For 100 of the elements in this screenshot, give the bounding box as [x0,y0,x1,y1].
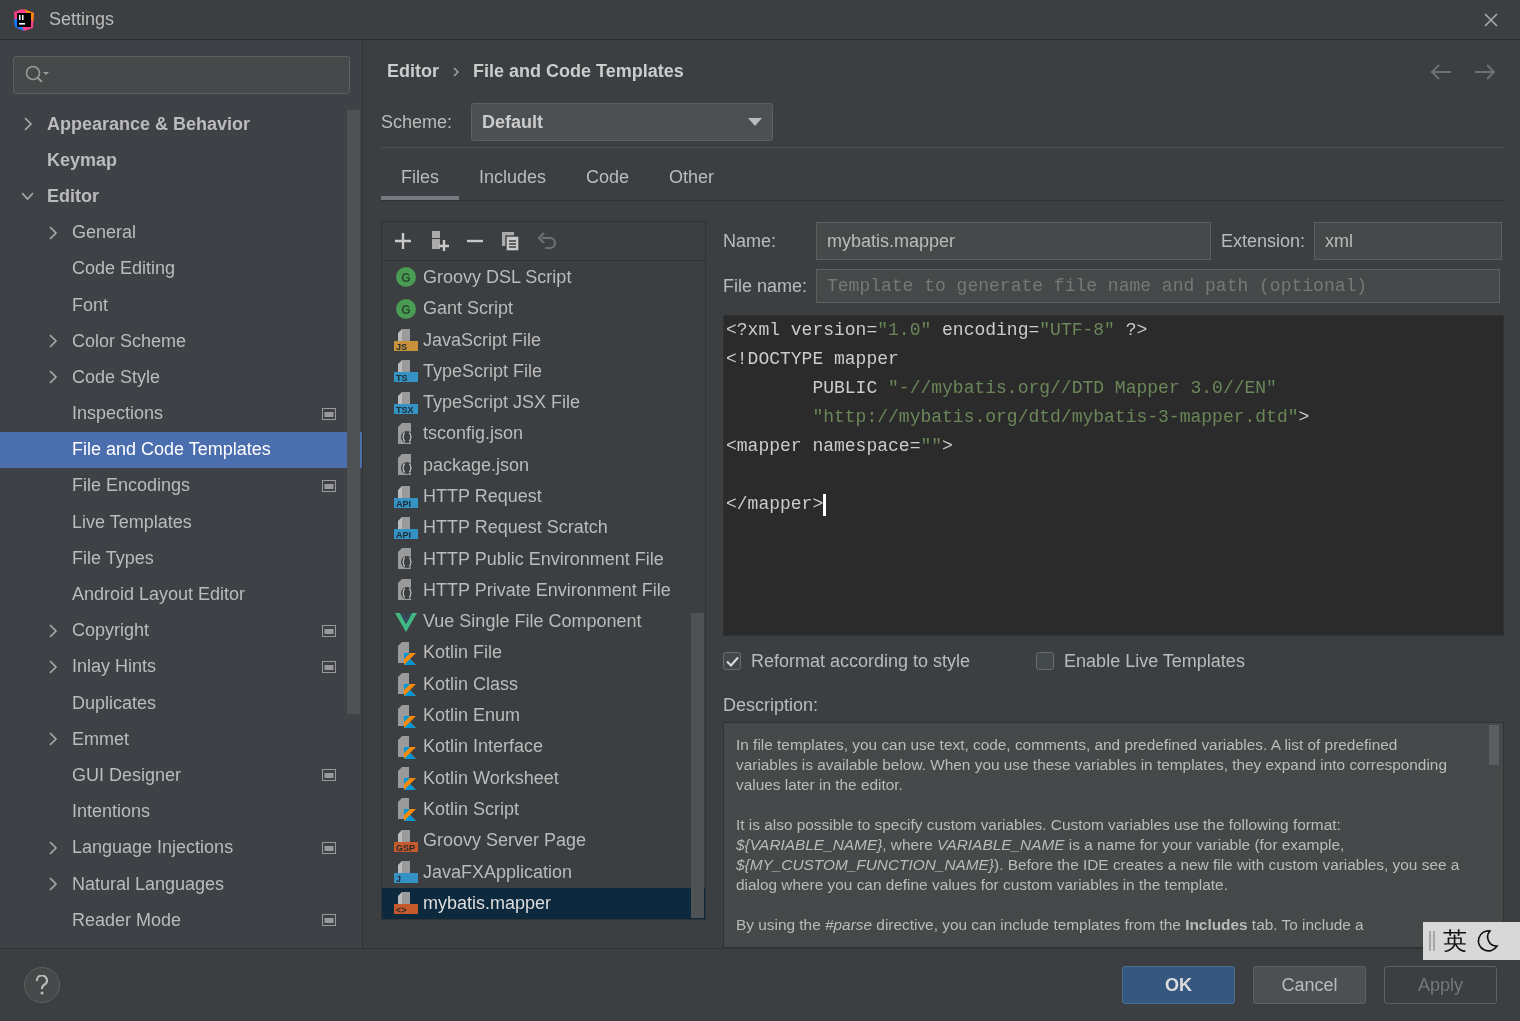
template-name: package.json [423,454,530,476]
sidebar-item[interactable]: Emmet [0,721,362,758]
template-item[interactable]: GSP Groovy Server Page [382,825,705,857]
template-item[interactable]: Kotlin Script [382,793,705,826]
template-item[interactable]: Kotlin Worksheet [382,762,705,794]
sidebar-item[interactable]: Code Editing [0,250,362,287]
help-button[interactable] [24,967,60,1003]
template-item[interactable]: G Groovy DSL Script [382,261,705,294]
template-name: TypeScript JSX File [423,392,581,414]
sidebar-item-label: Appearance & Behavior [47,113,251,135]
ok-button[interactable]: OK [1122,966,1235,1004]
sidebar-item[interactable]: Live Templates [0,504,362,541]
chevron-icon[interactable] [47,732,58,747]
template-item[interactable]: J JavaFXApplication [382,856,705,888]
template-name: JavaFXApplication [423,861,573,883]
template-item[interactable]: G Gant Script [382,293,705,325]
sidebar-item[interactable]: Duplicates [0,685,362,722]
chevron-icon[interactable] [47,370,58,385]
sidebar-item-label: Font [72,294,109,316]
field-label: Extension: [1221,230,1306,252]
chevron-icon[interactable] [22,117,33,132]
sidebar-item[interactable]: File Types [0,540,362,577]
sidebar-item[interactable]: File and Code Templates [0,431,362,468]
template-item[interactable]: Kotlin File [382,637,705,669]
template-item[interactable]: Kotlin Class [382,668,705,700]
sidebar-item[interactable]: Appearance & Behavior [0,106,362,143]
extension-field[interactable]: xml [1314,222,1503,260]
chevron-icon[interactable] [47,840,58,855]
sidebar-item-label: Inlay Hints [72,656,157,678]
template-item[interactable]: API HTTP Request [382,480,705,513]
search-field[interactable] [13,56,350,94]
checkbox[interactable] [1036,652,1055,670]
code-text: > [1298,406,1310,429]
sidebar-item[interactable]: Reader Mode [0,902,362,939]
code-editor[interactable]: <?xml version="1.0" encoding="UTF-8" ?> <!DOCTYPE mapper PUBLIC "-//mybatis.org//DTD Mapper 3.0//EN" "http://mybatis.org/dtd/mybatis-3-mapper.dtd"> <mapper namespace=""> </mapper> [723,315,1504,636]
scrollbar-thumb[interactable] [691,613,704,918]
sidebar-item[interactable]: Natural Languages [0,865,362,903]
sidebar-item[interactable]: Inspections [0,395,362,432]
template-item[interactable]: HTTP Private Environment File [382,574,705,607]
copy-icon[interactable] [500,229,522,252]
template-name: TypeScript File [423,360,543,382]
dropdown-arrow-icon [748,118,763,127]
template-item[interactable]: TSX TypeScript JSX File [382,386,705,419]
sidebar-item[interactable]: Editor [0,178,362,215]
tab[interactable]: Includes [459,158,567,200]
template-name: Kotlin Script [423,798,520,820]
moon-icon [1475,929,1499,953]
code-text: ?> [1124,319,1148,342]
sidebar-item-label: Copyright [72,620,150,642]
code-string: "-//mybatis.org//DTD Mapper 3.0//EN" [888,377,1277,400]
groovy-icon: G [394,265,418,290]
scrollbar-thumb[interactable] [347,110,360,714]
chevron-icon[interactable] [47,334,58,349]
grip-icon [1429,930,1435,952]
name-field[interactable]: mybatis.mapper [816,222,1211,260]
scheme-dropdown[interactable]: Default [471,103,774,142]
template-item[interactable]: package.json [382,449,705,481]
sidebar-item[interactable]: Intentions [0,793,362,830]
template-item[interactable]: Kotlin Enum [382,699,705,732]
chevron-icon[interactable] [47,877,58,892]
sidebar-item-label: Natural Languages [72,873,225,895]
sidebar-item[interactable]: Inlay Hints [0,648,362,685]
cancel-button[interactable]: Cancel [1253,966,1366,1004]
sidebar-item[interactable]: General [0,214,362,251]
sidebar-item[interactable]: Language Injections [0,829,362,866]
tab[interactable]: Code [566,158,650,200]
chevron-icon[interactable] [47,225,58,240]
template-name: Groovy DSL Script [423,266,572,288]
tab[interactable]: Other [649,158,735,200]
sidebar-item[interactable]: File Encodings [0,467,362,505]
sidebar-item[interactable]: Color Scheme [0,323,362,360]
sidebar-item[interactable]: GUI Designer [0,757,362,794]
chevron-icon[interactable] [47,659,58,674]
description-paragraph: In file templates, you can use text, code, comments, and predefined variables. A list of predefined variables is available below. When you use these variables in templates, they expand into corresponding values later in the editor. [736,735,1448,795]
code-text: <!DOCTYPE mapper [726,348,899,371]
sidebar-item[interactable]: Copyright [0,612,362,649]
template-item[interactable]: TS TypeScript File [382,355,705,387]
template-name: Groovy Server Page [423,830,587,852]
template-item[interactable]: API HTTP Request Scratch [382,512,705,544]
template-item[interactable]: HTTP Public Environment File [382,543,705,575]
breadcrumb-item[interactable]: File and Code Templates [473,61,684,83]
template-item[interactable]: Vue Single File Component [382,606,705,638]
chevron-icon[interactable] [47,623,58,638]
checkbox[interactable] [723,652,741,670]
template-item[interactable]: tsconfig.json [382,418,705,450]
sidebar-item-label: File and Code Templates [72,439,271,461]
breadcrumb-item[interactable]: Editor [387,61,439,83]
close-icon[interactable] [1484,12,1498,27]
template-item[interactable]: Kotlin Interface [382,731,705,763]
code-text: <mapper namespace= [726,435,921,458]
template-item[interactable]: JS JavaScript File [382,324,705,356]
code-text: > [942,435,953,458]
sidebar-item[interactable]: Keymap [0,142,362,179]
sidebar-item[interactable]: Android Layout Editor [0,576,362,613]
sidebar-item[interactable]: Code Style [0,359,362,396]
template-item[interactable]: <> mybatis.mapper [382,887,705,919]
sidebar-item[interactable]: Font [0,286,362,324]
tab[interactable]: Files [381,158,459,200]
code-string: "UTF-8" [1039,319,1115,342]
ime-indicator[interactable]: 英 [1423,922,1520,960]
